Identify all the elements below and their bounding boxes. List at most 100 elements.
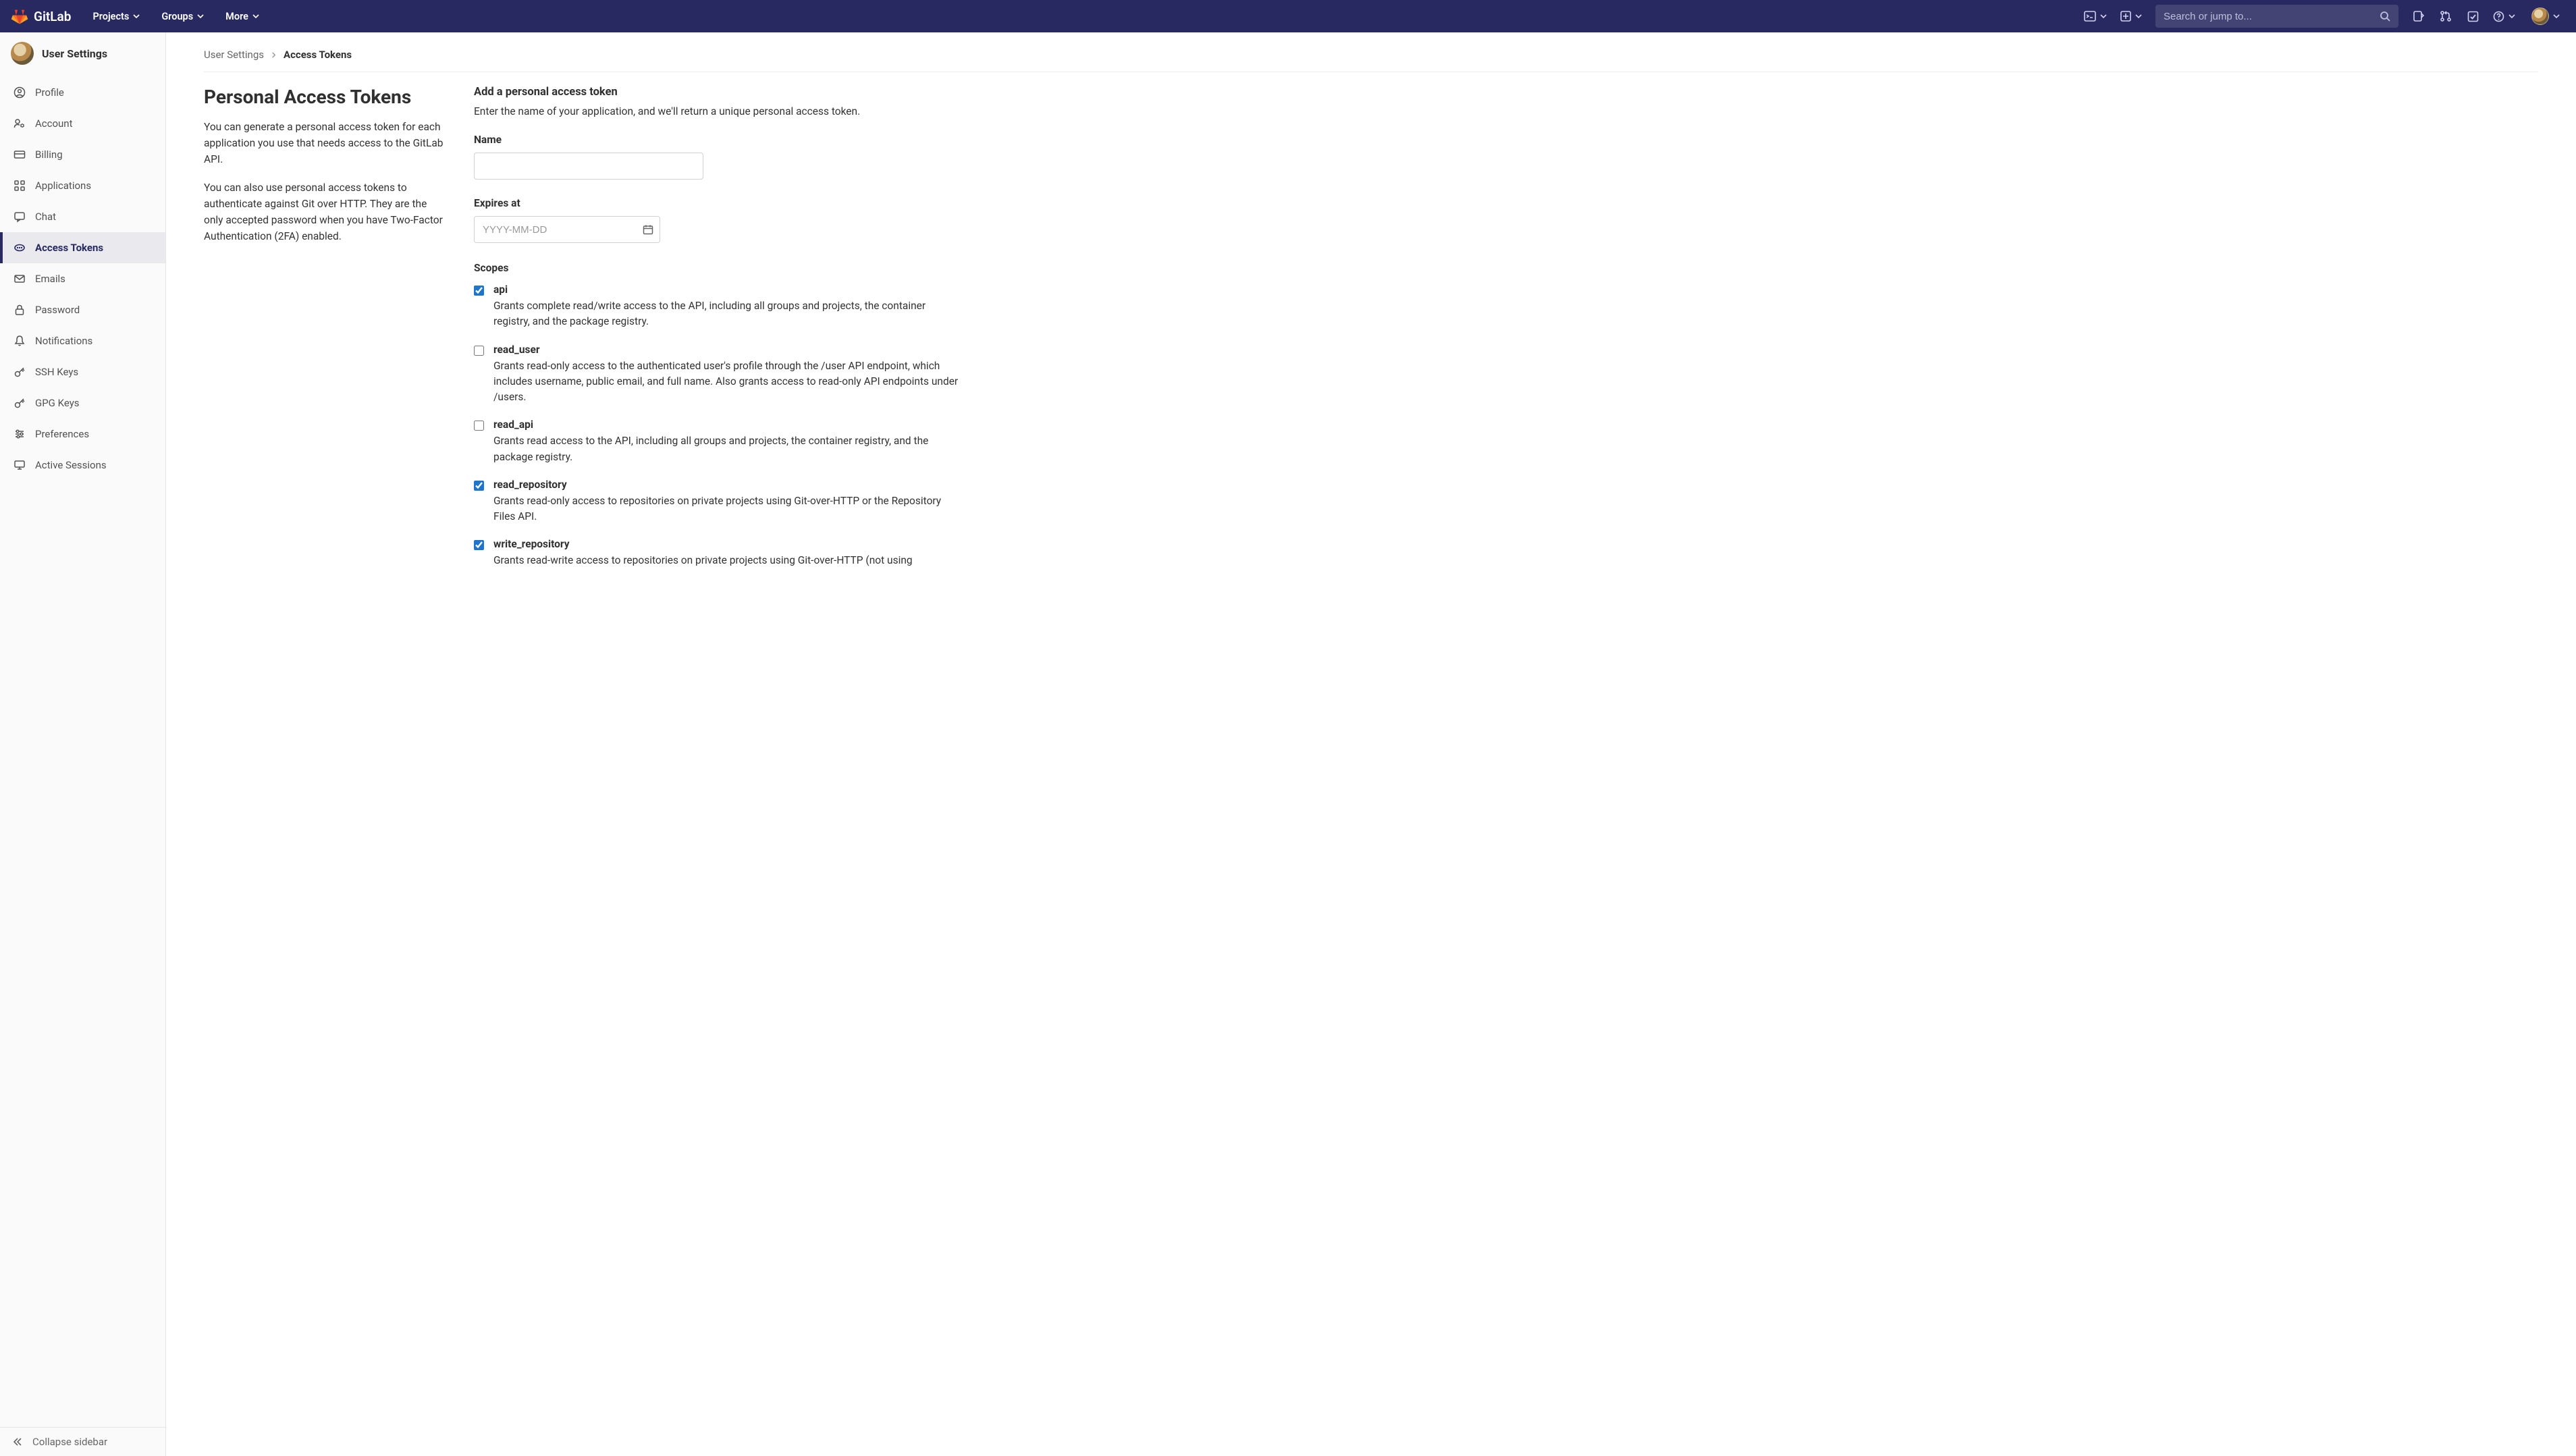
nav-groups-label: Groups xyxy=(161,11,193,22)
search-input[interactable] xyxy=(2164,11,2380,22)
sidebar-item-chat[interactable]: Chat xyxy=(0,201,165,232)
sidebar-item-label: Active Sessions xyxy=(35,459,107,471)
help-button[interactable] xyxy=(2488,5,2521,27)
sidebar-item-notifications[interactable]: Notifications xyxy=(0,325,165,356)
sidebar: User Settings Profile Account Billing Appli… xyxy=(0,32,166,1456)
page-desc-1: You can generate a personal access token… xyxy=(204,119,447,167)
sidebar-item-label: Billing xyxy=(35,149,63,161)
issues-button[interactable] xyxy=(2407,5,2431,27)
scope-checkbox-write_repository[interactable] xyxy=(474,540,484,550)
page-desc-2: You can also use personal access tokens … xyxy=(204,180,447,244)
expires-label: Expires at xyxy=(474,197,960,209)
sidebar-item-billing[interactable]: Billing xyxy=(0,139,165,170)
chevron-down-icon xyxy=(2508,13,2515,20)
scope-checkbox-api[interactable] xyxy=(474,286,484,296)
mail-icon xyxy=(14,273,26,285)
sidebar-item-label: Preferences xyxy=(35,428,89,440)
breadcrumb: User Settings Access Tokens xyxy=(204,46,2538,72)
nav-more[interactable]: More xyxy=(217,0,267,32)
sidebar-item-access-tokens[interactable]: Access Tokens xyxy=(0,232,165,263)
create-new-button[interactable] xyxy=(2115,5,2147,27)
sidebar-item-preferences[interactable]: Preferences xyxy=(0,419,165,450)
sidebar-item-label: Applications xyxy=(35,180,91,192)
sidebar-item-ssh-keys[interactable]: SSH Keys xyxy=(0,356,165,387)
scope-desc: Grants read-write access to repositories… xyxy=(493,553,960,568)
scope-desc: Grants complete read/write access to the… xyxy=(493,298,960,330)
scope-checkbox-read_repository[interactable] xyxy=(474,481,484,491)
scope-row-read_repository: read_repository Grants read-only access t… xyxy=(474,479,960,525)
scope-row-api: api Grants complete read/write access to … xyxy=(474,284,960,330)
chevron-down-icon xyxy=(252,13,259,20)
gitlab-logo[interactable]: GitLab xyxy=(11,7,71,25)
sidebar-item-label: Notifications xyxy=(35,335,92,347)
search-box[interactable] xyxy=(2155,5,2398,28)
sidebar-item-label: Access Tokens xyxy=(35,242,103,254)
monitor-icon xyxy=(14,459,26,471)
sidebar-item-label: Password xyxy=(35,304,80,316)
chevron-down-icon xyxy=(197,13,204,20)
collapse-label: Collapse sidebar xyxy=(32,1436,107,1448)
sidebar-item-gpg-keys[interactable]: GPG Keys xyxy=(0,387,165,419)
key-icon xyxy=(14,397,26,409)
name-label: Name xyxy=(474,134,960,146)
sliders-icon xyxy=(14,428,26,440)
scope-row-read_user: read_userGrants read-only access to the … xyxy=(474,344,960,406)
scope-row-read_api: read_api Grants read access to the API, i… xyxy=(474,419,960,465)
account-cog-icon xyxy=(14,117,26,130)
expires-input[interactable] xyxy=(474,216,660,243)
scope-checkbox-read_api[interactable] xyxy=(474,421,484,431)
chevron-down-icon xyxy=(2100,13,2107,20)
scope-name: api xyxy=(493,284,960,296)
search-icon xyxy=(2380,11,2390,22)
breadcrumb-root[interactable]: User Settings xyxy=(204,49,264,61)
breadcrumb-current: Access Tokens xyxy=(284,49,352,61)
content: User Settings Access Tokens Personal Acc… xyxy=(166,32,2576,1456)
scope-name: read_repository xyxy=(493,479,960,491)
sidebar-item-applications[interactable]: Applications xyxy=(0,170,165,201)
plus-square-icon xyxy=(2120,11,2131,22)
page-title: Personal Access Tokens xyxy=(204,86,447,108)
key-icon xyxy=(14,366,26,378)
nav-more-label: More xyxy=(225,11,248,22)
sidebar-item-active-sessions[interactable]: Active Sessions xyxy=(0,450,165,481)
bell-icon xyxy=(14,335,26,347)
sidebar-header[interactable]: User Settings xyxy=(0,32,165,77)
nav-groups[interactable]: Groups xyxy=(153,0,212,32)
name-input[interactable] xyxy=(474,153,703,180)
sidebar-item-label: Account xyxy=(35,117,73,130)
sidebar-item-password[interactable]: Password xyxy=(0,294,165,325)
chevron-double-left-icon xyxy=(12,1436,23,1447)
sidebar-item-account[interactable]: Account xyxy=(0,108,165,139)
apps-icon xyxy=(14,180,26,192)
calendar-icon[interactable] xyxy=(643,224,653,235)
scope-name: read_api xyxy=(493,419,960,431)
scope-desc: Grants read-only access to repositories … xyxy=(493,493,960,525)
scopes-label: Scopes xyxy=(474,262,960,274)
scope-row-write_repository: write_repository Grants read-write access… xyxy=(474,538,960,568)
avatar xyxy=(11,42,34,65)
chevron-down-icon xyxy=(2135,13,2142,20)
avatar xyxy=(2531,7,2549,25)
chevron-down-icon xyxy=(2553,13,2560,20)
top-navbar: GitLab Projects Groups More xyxy=(0,0,2576,32)
scope-name: read_user xyxy=(493,344,960,356)
collapse-sidebar-button[interactable]: Collapse sidebar xyxy=(0,1427,165,1456)
sidebar-item-label: Emails xyxy=(35,273,65,285)
scope-desc: Grants read access to the API, including… xyxy=(493,433,960,465)
credit-card-icon xyxy=(14,149,26,161)
nav-projects[interactable]: Projects xyxy=(84,0,148,32)
sidebar-item-label: Chat xyxy=(35,211,56,223)
todo-icon xyxy=(2467,11,2479,22)
user-menu[interactable] xyxy=(2523,5,2565,27)
sidebar-item-emails[interactable]: Emails xyxy=(0,263,165,294)
todos-button[interactable] xyxy=(2461,5,2485,27)
user-circle-icon xyxy=(14,86,26,99)
terminal-icon xyxy=(2084,10,2096,22)
sidebar-item-label: GPG Keys xyxy=(35,397,80,409)
web-ide-button[interactable] xyxy=(2078,5,2112,27)
chevron-right-icon xyxy=(271,52,277,58)
scope-name: write_repository xyxy=(493,538,960,550)
scope-checkbox-read_user[interactable] xyxy=(474,346,484,356)
sidebar-item-profile[interactable]: Profile xyxy=(0,77,165,108)
merge-requests-button[interactable] xyxy=(2434,5,2458,27)
